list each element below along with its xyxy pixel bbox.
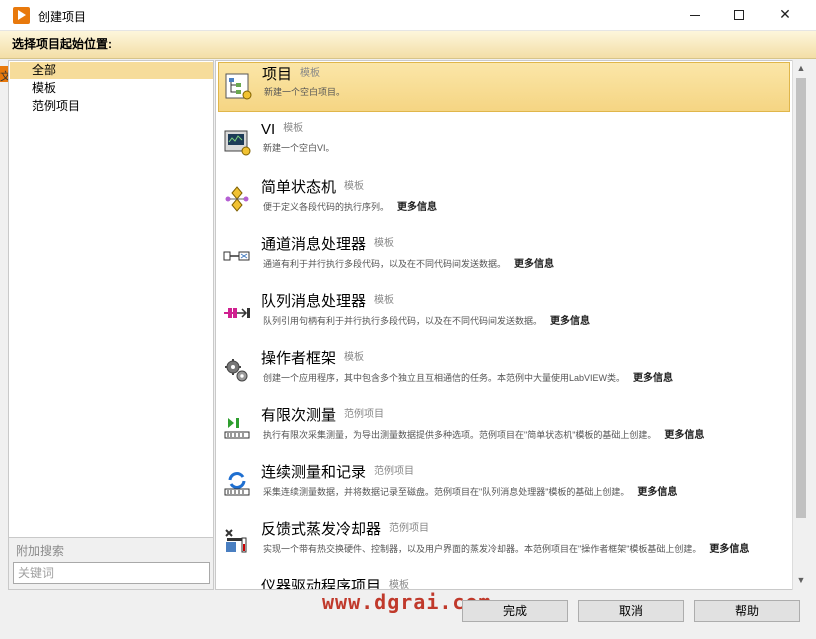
more-info-link[interactable]: 更多信息 <box>633 373 673 384</box>
template-name: 仪器驱动程序项目 <box>261 578 382 590</box>
template-type: 范例项目 <box>374 466 415 477</box>
template-description: 便于定义各段代码的执行序列。 <box>263 202 390 212</box>
gears-icon <box>225 359 248 382</box>
search-input[interactable] <box>13 562 210 584</box>
more-info-link[interactable]: 更多信息 <box>637 487 677 498</box>
template-name: 反馈式蒸发冷却器 <box>261 521 382 538</box>
channel-handler-icon <box>223 251 250 261</box>
template-item-queued-message-handler[interactable]: 队列消息处理器 模板 队列引用句柄有利于并行执行多段代码，以及在不同代码间发送数据… <box>218 290 790 340</box>
template-description: 通道有利于并行执行多段代码，以及在不同代码间发送数据。 <box>263 259 507 269</box>
template-item-simple-state-machine[interactable]: 简单状态机 模板 便于定义各段代码的执行序列。 更多信息 <box>218 176 790 226</box>
category-list: 全部 模板 范例项目 <box>8 60 214 538</box>
template-description: 实现一个带有热交换硬件、控制器，以及用户界面的蒸发冷却器。本范例项目在"操作者框… <box>263 544 702 554</box>
template-type: 模板 <box>374 238 395 249</box>
template-description: 新建一个空白VI。 <box>263 143 335 153</box>
window-title: 创建项目 <box>38 10 87 24</box>
scroll-up-arrow-icon[interactable]: ▲ <box>793 60 809 77</box>
more-info-link[interactable]: 更多信息 <box>664 430 704 441</box>
close-button[interactable]: ✕ <box>762 0 808 30</box>
title-bar: 创建项目 ✕ <box>0 0 816 31</box>
template-description: 采集连续测量数据，并将数据记录至磁盘。范例项目在"队列消息处理器"模板的基础上创… <box>263 487 630 497</box>
template-type: 模板 <box>389 580 410 590</box>
cooler-icon <box>225 529 247 553</box>
dialog-footer: www.dgrai.com 完成 取消 帮助 <box>0 590 816 639</box>
template-item-channel-message-handler[interactable]: 通道消息处理器 模板 通道有利于并行执行多段代码，以及在不同代码间发送数据。 更多信… <box>218 233 790 283</box>
template-name: 队列消息处理器 <box>261 293 367 310</box>
vi-icon <box>224 130 251 156</box>
minimize-button[interactable] <box>672 0 718 30</box>
template-type: 模板 <box>300 68 321 79</box>
maximize-button[interactable] <box>716 0 762 30</box>
template-name: 项目 <box>262 66 293 83</box>
scroll-thumb[interactable] <box>796 78 806 518</box>
template-type: 模板 <box>283 123 304 134</box>
template-list: 项目 模板 新建一个空白项目。 VI 模板 新建一个空白VI。 简单状态机 模板 便于… <box>215 60 809 590</box>
maximize-icon <box>734 10 744 20</box>
category-item-sample-projects[interactable]: 范例项目 <box>10 98 213 115</box>
template-type: 模板 <box>374 295 395 306</box>
minimize-icon <box>690 15 700 16</box>
template-item-evaporative-cooler[interactable]: 反馈式蒸发冷却器 范例项目 实现一个带有热交换硬件、控制器，以及用户界面的蒸发冷却… <box>218 518 790 568</box>
template-name: 操作者框架 <box>261 350 337 367</box>
template-name: 有限次测量 <box>261 407 337 424</box>
queue-handler-icon <box>224 308 250 318</box>
category-item-templates[interactable]: 模板 <box>10 80 213 97</box>
cancel-button[interactable]: 取消 <box>578 600 684 622</box>
template-item-project[interactable]: 项目 模板 新建一个空白项目。 <box>218 62 790 112</box>
more-info-link[interactable]: 更多信息 <box>709 544 749 555</box>
header-label: 选择项目起始位置: <box>12 37 112 51</box>
continuous-measure-icon <box>224 472 250 496</box>
template-list-scrollbar[interactable]: ▲ ▼ <box>792 60 809 590</box>
finite-measure-icon <box>224 418 250 439</box>
additional-search: 附加搜索 <box>8 538 214 590</box>
template-name: VI <box>261 121 276 138</box>
template-name: 通道消息处理器 <box>261 236 367 253</box>
template-item-actor-framework[interactable]: 操作者框架 模板 创建一个应用程序，其中包含多个独立且互相通信的任务。本范例中大量… <box>218 347 790 397</box>
close-icon: ✕ <box>779 7 791 23</box>
template-name: 简单状态机 <box>261 179 337 196</box>
template-description: 队列引用句柄有利于并行执行多段代码，以及在不同代码间发送数据。 <box>263 316 543 326</box>
template-description: 执行有限次采集测量，为导出测量数据提供多种选项。范例项目在"简单状态机"模板的基… <box>263 430 657 440</box>
template-description: 创建一个应用程序，其中包含多个独立且互相通信的任务。本范例中大量使用LabVIE… <box>263 373 626 383</box>
start-location-header: 选择项目起始位置: <box>0 31 816 59</box>
template-type: 模板 <box>344 181 365 192</box>
labview-app-icon <box>13 7 30 24</box>
search-label: 附加搜索 <box>16 544 65 558</box>
more-info-link[interactable]: 更多信息 <box>397 202 437 213</box>
more-info-link[interactable]: 更多信息 <box>514 259 554 270</box>
template-description: 新建一个空白项目。 <box>264 87 346 97</box>
template-item-vi[interactable]: VI 模板 新建一个空白VI。 <box>218 119 790 169</box>
template-item-instrument-driver[interactable]: 仪器驱动程序项目 模板 <box>218 575 790 590</box>
template-type: 范例项目 <box>344 409 385 420</box>
scroll-down-arrow-icon[interactable]: ▼ <box>793 572 809 589</box>
category-item-all[interactable]: 全部 <box>10 62 213 79</box>
project-icon <box>225 73 252 100</box>
template-item-continuous-measurement[interactable]: 连续测量和记录 范例项目 采集连续测量数据，并将数据记录至磁盘。范例项目在"队列消… <box>218 461 790 511</box>
template-item-finite-measurement[interactable]: 有限次测量 范例项目 执行有限次采集测量，为导出测量数据提供多种选项。范例项目在"… <box>218 404 790 454</box>
template-type: 范例项目 <box>389 523 430 534</box>
help-button[interactable]: 帮助 <box>694 600 800 622</box>
template-type: 模板 <box>344 352 365 363</box>
state-machine-icon <box>225 186 249 212</box>
finish-button[interactable]: 完成 <box>462 600 568 622</box>
template-name: 连续测量和记录 <box>261 464 367 481</box>
more-info-link[interactable]: 更多信息 <box>550 316 590 327</box>
